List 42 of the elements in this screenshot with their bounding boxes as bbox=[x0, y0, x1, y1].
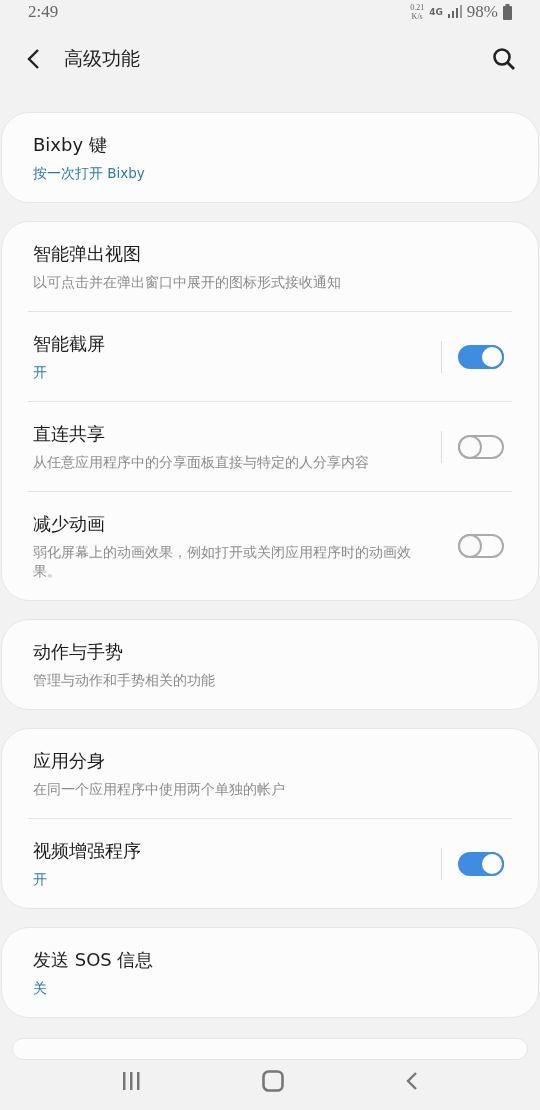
setting-title: 智能弹出视图 bbox=[33, 241, 142, 266]
setting-subtitle: 以可点击并在弹出窗口中展开的图标形式接收通知 bbox=[33, 272, 342, 292]
setting-subtitle: 关 bbox=[33, 978, 48, 998]
status-time: 2:49 bbox=[28, 1, 59, 22]
page-title: 高级功能 bbox=[64, 45, 140, 71]
settings-item[interactable]: 直连共享 从任意应用程序中的分享面板直接与特定的人分享内容 bbox=[2, 401, 538, 491]
back-icon[interactable] bbox=[405, 1070, 420, 1091]
settings-item[interactable]: 减少动画 弱化屏幕上的动画效果，例如打开或关闭应用程序时的动画效果。 bbox=[2, 491, 538, 600]
toggle-switch[interactable] bbox=[458, 344, 504, 369]
setting-subtitle: 弱化屏幕上的动画效果，例如打开或关闭应用程序时的动画效果。 bbox=[33, 542, 412, 581]
setting-subtitle: 开 bbox=[33, 362, 48, 382]
recent-apps-icon[interactable] bbox=[120, 1070, 141, 1091]
home-icon[interactable] bbox=[262, 1069, 284, 1092]
setting-title: 减少动画 bbox=[33, 511, 106, 536]
setting-title: 发送 SOS 信息 bbox=[33, 947, 155, 972]
settings-item[interactable]: 智能弹出视图 以可点击并在弹出窗口中展开的图标形式接收通知 bbox=[2, 221, 538, 311]
setting-subtitle: 在同一个应用程序中使用两个单独的帐户 bbox=[33, 779, 286, 799]
network-speed-unit: K/s bbox=[411, 11, 423, 21]
settings-item[interactable]: 智能截屏 开 bbox=[2, 311, 538, 401]
setting-title: 智能截屏 bbox=[33, 331, 106, 356]
settings-item[interactable]: 应用分身 在同一个应用程序中使用两个单独的帐户 bbox=[2, 728, 538, 818]
settings-item[interactable]: 动作与手势 管理与动作和手势相关的功能 bbox=[2, 619, 538, 709]
settings-item[interactable]: 发送 SOS 信息 关 bbox=[2, 927, 538, 1017]
setting-title: 应用分身 bbox=[33, 748, 106, 773]
setting-subtitle: 管理与动作和手势相关的功能 bbox=[33, 670, 216, 690]
setting-subtitle: 开 bbox=[33, 869, 48, 889]
battery-percentage: 98% bbox=[466, 1, 498, 22]
toggle-switch[interactable] bbox=[458, 434, 504, 459]
network-speed-value: 0.21 bbox=[410, 2, 425, 12]
settings-item[interactable]: Bixby 键 按一次打开 Bixby bbox=[2, 112, 538, 202]
network-type: 4G bbox=[429, 6, 443, 17]
setting-subtitle: 按一次打开 Bixby bbox=[33, 163, 146, 183]
setting-subtitle: 从任意应用程序中的分享面板直接与特定的人分享内容 bbox=[33, 452, 370, 472]
toggle-switch[interactable] bbox=[458, 534, 504, 559]
signal-icon bbox=[447, 5, 462, 19]
setting-title: Bixby 键 bbox=[33, 132, 108, 157]
setting-title: 动作与手势 bbox=[33, 639, 124, 664]
settings-item[interactable]: 视频增强程序 开 bbox=[2, 818, 538, 908]
battery-icon bbox=[503, 3, 512, 20]
setting-title: 视频增强程序 bbox=[33, 838, 142, 863]
setting-title: 直连共享 bbox=[33, 421, 106, 446]
toggle-switch[interactable] bbox=[458, 851, 504, 876]
